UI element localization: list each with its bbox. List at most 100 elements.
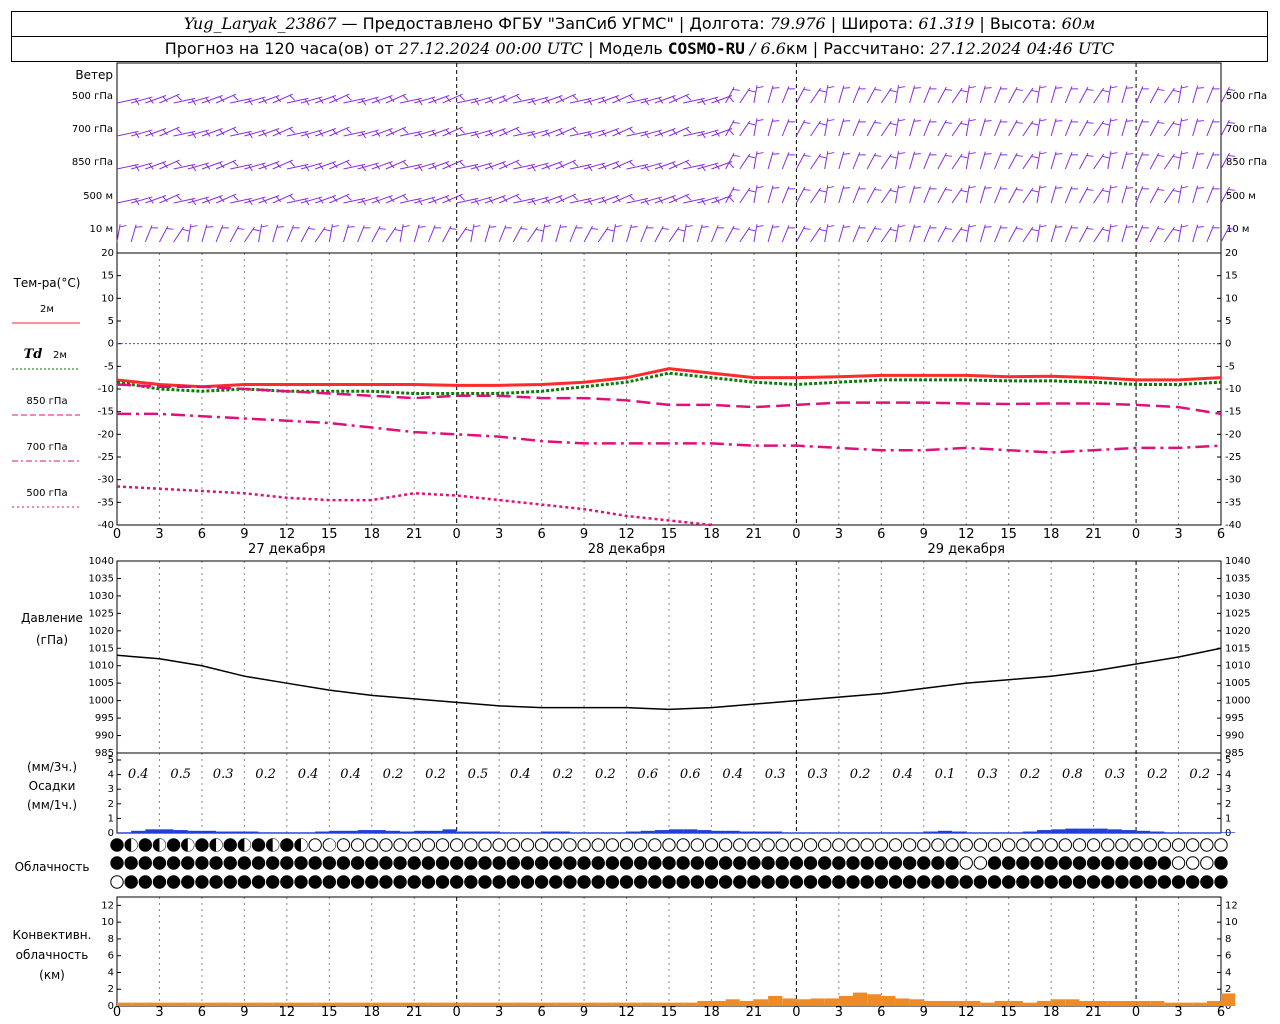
ytick-label-right: -30 [1225, 475, 1241, 486]
wind-barb-feather [232, 128, 239, 134]
wind-barb [753, 224, 758, 243]
precip-total: 0.3 [807, 767, 828, 782]
wind-barb-feather [818, 155, 827, 159]
wind-barb-feather [1039, 119, 1047, 122]
cloud-circle [1086, 838, 1101, 852]
cloud-circle [435, 875, 450, 889]
cloud-circle [181, 856, 195, 870]
cloud-circle [1200, 875, 1214, 889]
wind-barb-feather [898, 186, 906, 189]
precip-label: Осадки [29, 779, 76, 793]
cloud-circle [265, 856, 280, 870]
conv-bar [131, 1002, 146, 1006]
wind-barb-feather [756, 152, 764, 155]
conv-bar [315, 1002, 330, 1006]
wind-barb-feather [898, 86, 906, 89]
conv-bar [456, 1002, 471, 1006]
conv-bar [1079, 1000, 1094, 1006]
hour-label: 18 [1043, 1005, 1060, 1020]
wind-barb-feather [968, 119, 976, 122]
hour-label: 21 [406, 1005, 423, 1020]
wind-barb-feather [818, 122, 827, 126]
wind-barb-feather [1031, 228, 1039, 232]
precip-bar [725, 830, 740, 833]
cloud-partial [329, 838, 336, 852]
precip-bar [584, 832, 599, 833]
ytick-label-right: 1040 [1225, 556, 1250, 567]
wind-level-label-right: 850 гПа [1226, 157, 1267, 168]
hour-label: 6 [877, 527, 885, 542]
ytick-label-right: -5 [1225, 361, 1235, 372]
wind-barb [824, 185, 829, 204]
wind-barb-feather [402, 161, 409, 167]
cloud-circle [987, 856, 1002, 870]
cloud-circle [945, 875, 959, 889]
convective-panel: 0 02 24 46 68 810 1012 12 [101, 900, 1237, 1012]
ytick-label-right: 4 [1225, 770, 1231, 781]
legend-label: 500 гПа [26, 488, 67, 499]
wind-barb [894, 185, 900, 204]
cloud-circle [945, 838, 959, 852]
wind-barb-feather [732, 121, 740, 124]
wind-barb-feather [1172, 155, 1180, 159]
precip-bar [159, 829, 174, 833]
cloud-circle [1016, 875, 1030, 889]
wind-barb-feather [756, 186, 764, 189]
hour-label: 6 [1217, 1005, 1225, 1020]
wind-barb-feather [402, 128, 409, 134]
precip-bar [527, 832, 542, 833]
legend-italic: Td [24, 347, 43, 362]
cloud-circle [888, 838, 903, 852]
wind-barb-feather [1196, 87, 1204, 89]
wind-barb [159, 159, 180, 170]
precip-total: 0.1 [935, 767, 956, 782]
cloud-circle [407, 875, 421, 889]
cloud-circle [1214, 875, 1228, 889]
wind-barb-feather [889, 189, 897, 193]
wind-barb-feather [874, 154, 882, 157]
wind-barbs: 500 гПа 500 гПа 700 гПа 700 гПа 850 гПа 850 г… [72, 85, 1267, 243]
precip-bar [952, 831, 967, 833]
cloud-circle [195, 856, 209, 870]
hour-label: 12 [279, 527, 296, 542]
cloud-circle [718, 875, 733, 889]
wind-barb-feather [1015, 188, 1023, 191]
cloud-circle [124, 856, 138, 870]
cloud-circle [789, 838, 804, 852]
meteogram: 0 3 6 9 12 15 18 21 0 3 6 9 12 15 18 21 0 3 6 9 12 15 18 21 0 3 60… [12, 62, 1267, 1020]
wind-level-label: 700 гПа [72, 124, 113, 135]
cloud-circle [1072, 856, 1087, 870]
precip-bar [555, 831, 570, 833]
ytick-label-left: 1040 [89, 556, 114, 567]
cloud-circle [1101, 838, 1115, 852]
cloud-circle [237, 875, 252, 889]
precip-bar [838, 832, 853, 833]
cloud-circle [1044, 856, 1058, 870]
wind-barb-feather [756, 225, 764, 228]
cloud-circle [917, 838, 931, 852]
conv-bar [1093, 1000, 1108, 1006]
wind-barb-feather [984, 226, 992, 228]
cloud-circle [421, 838, 436, 852]
cloud-circle [832, 856, 846, 870]
precip-bar [782, 832, 797, 833]
ytick-label-right: -15 [1225, 407, 1241, 418]
wind-level-label-right: 500 м [1226, 191, 1256, 202]
wind-barb-feather [520, 227, 528, 230]
wind-barb [272, 159, 293, 170]
cloud-partial [131, 838, 138, 852]
cloud-circle [407, 838, 421, 852]
cloud-circle [534, 856, 549, 870]
wind-barb [1107, 185, 1112, 204]
cloud-circle [1030, 875, 1044, 889]
precip-bar [1008, 832, 1023, 833]
ytick-label-left: 0 [108, 339, 114, 350]
cloud-circle [1072, 838, 1087, 852]
ytick-label-left: 1020 [89, 626, 114, 637]
wind-barb [442, 159, 463, 170]
wind-barb-feather [1126, 226, 1134, 228]
wind-barb [258, 224, 263, 243]
wind-barb-feather [1015, 121, 1023, 124]
cloud-circle [987, 875, 1002, 889]
wind-barb-feather [190, 225, 198, 228]
